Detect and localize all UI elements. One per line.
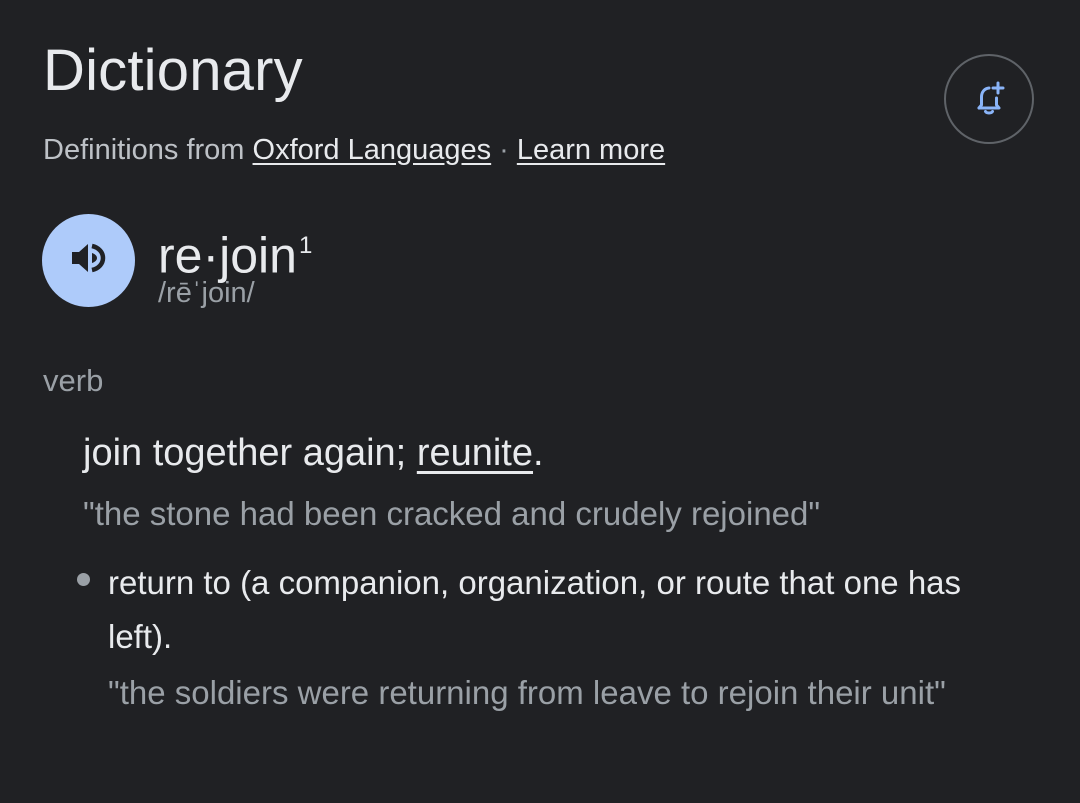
pronunciation-audio-button[interactable] [42, 214, 135, 307]
sense-example: "the stone had been cracked and crudely … [83, 495, 821, 532]
oxford-languages-link[interactable]: Oxford Languages [253, 134, 492, 166]
speaker-icon [66, 235, 112, 286]
subsense-example: "the soldiers were returning from leave … [108, 674, 946, 711]
subsense-definition: return to (a companion, organization, or… [108, 564, 962, 655]
subsense-bullet [77, 573, 90, 586]
bell-plus-icon [967, 77, 1011, 121]
source-prefix: Definitions from [43, 134, 245, 166]
learn-more-link[interactable]: Learn more [517, 134, 665, 166]
reunite-link[interactable]: reunite [417, 432, 533, 474]
part-of-speech: verb [43, 363, 104, 398]
phonetic-spelling: /rēˈjoin/ [158, 277, 255, 309]
page-title: Dictionary [43, 38, 303, 103]
definition-text: join together again; [83, 432, 417, 474]
source-separator: · [499, 134, 509, 166]
homograph-number: 1 [298, 232, 313, 259]
definition-suffix: . [533, 432, 544, 474]
create-alert-button[interactable] [944, 54, 1034, 144]
sense-definition: join together again; reunite. [83, 430, 544, 476]
source-line: Definitions from Oxford Languages · Learn … [43, 132, 665, 168]
